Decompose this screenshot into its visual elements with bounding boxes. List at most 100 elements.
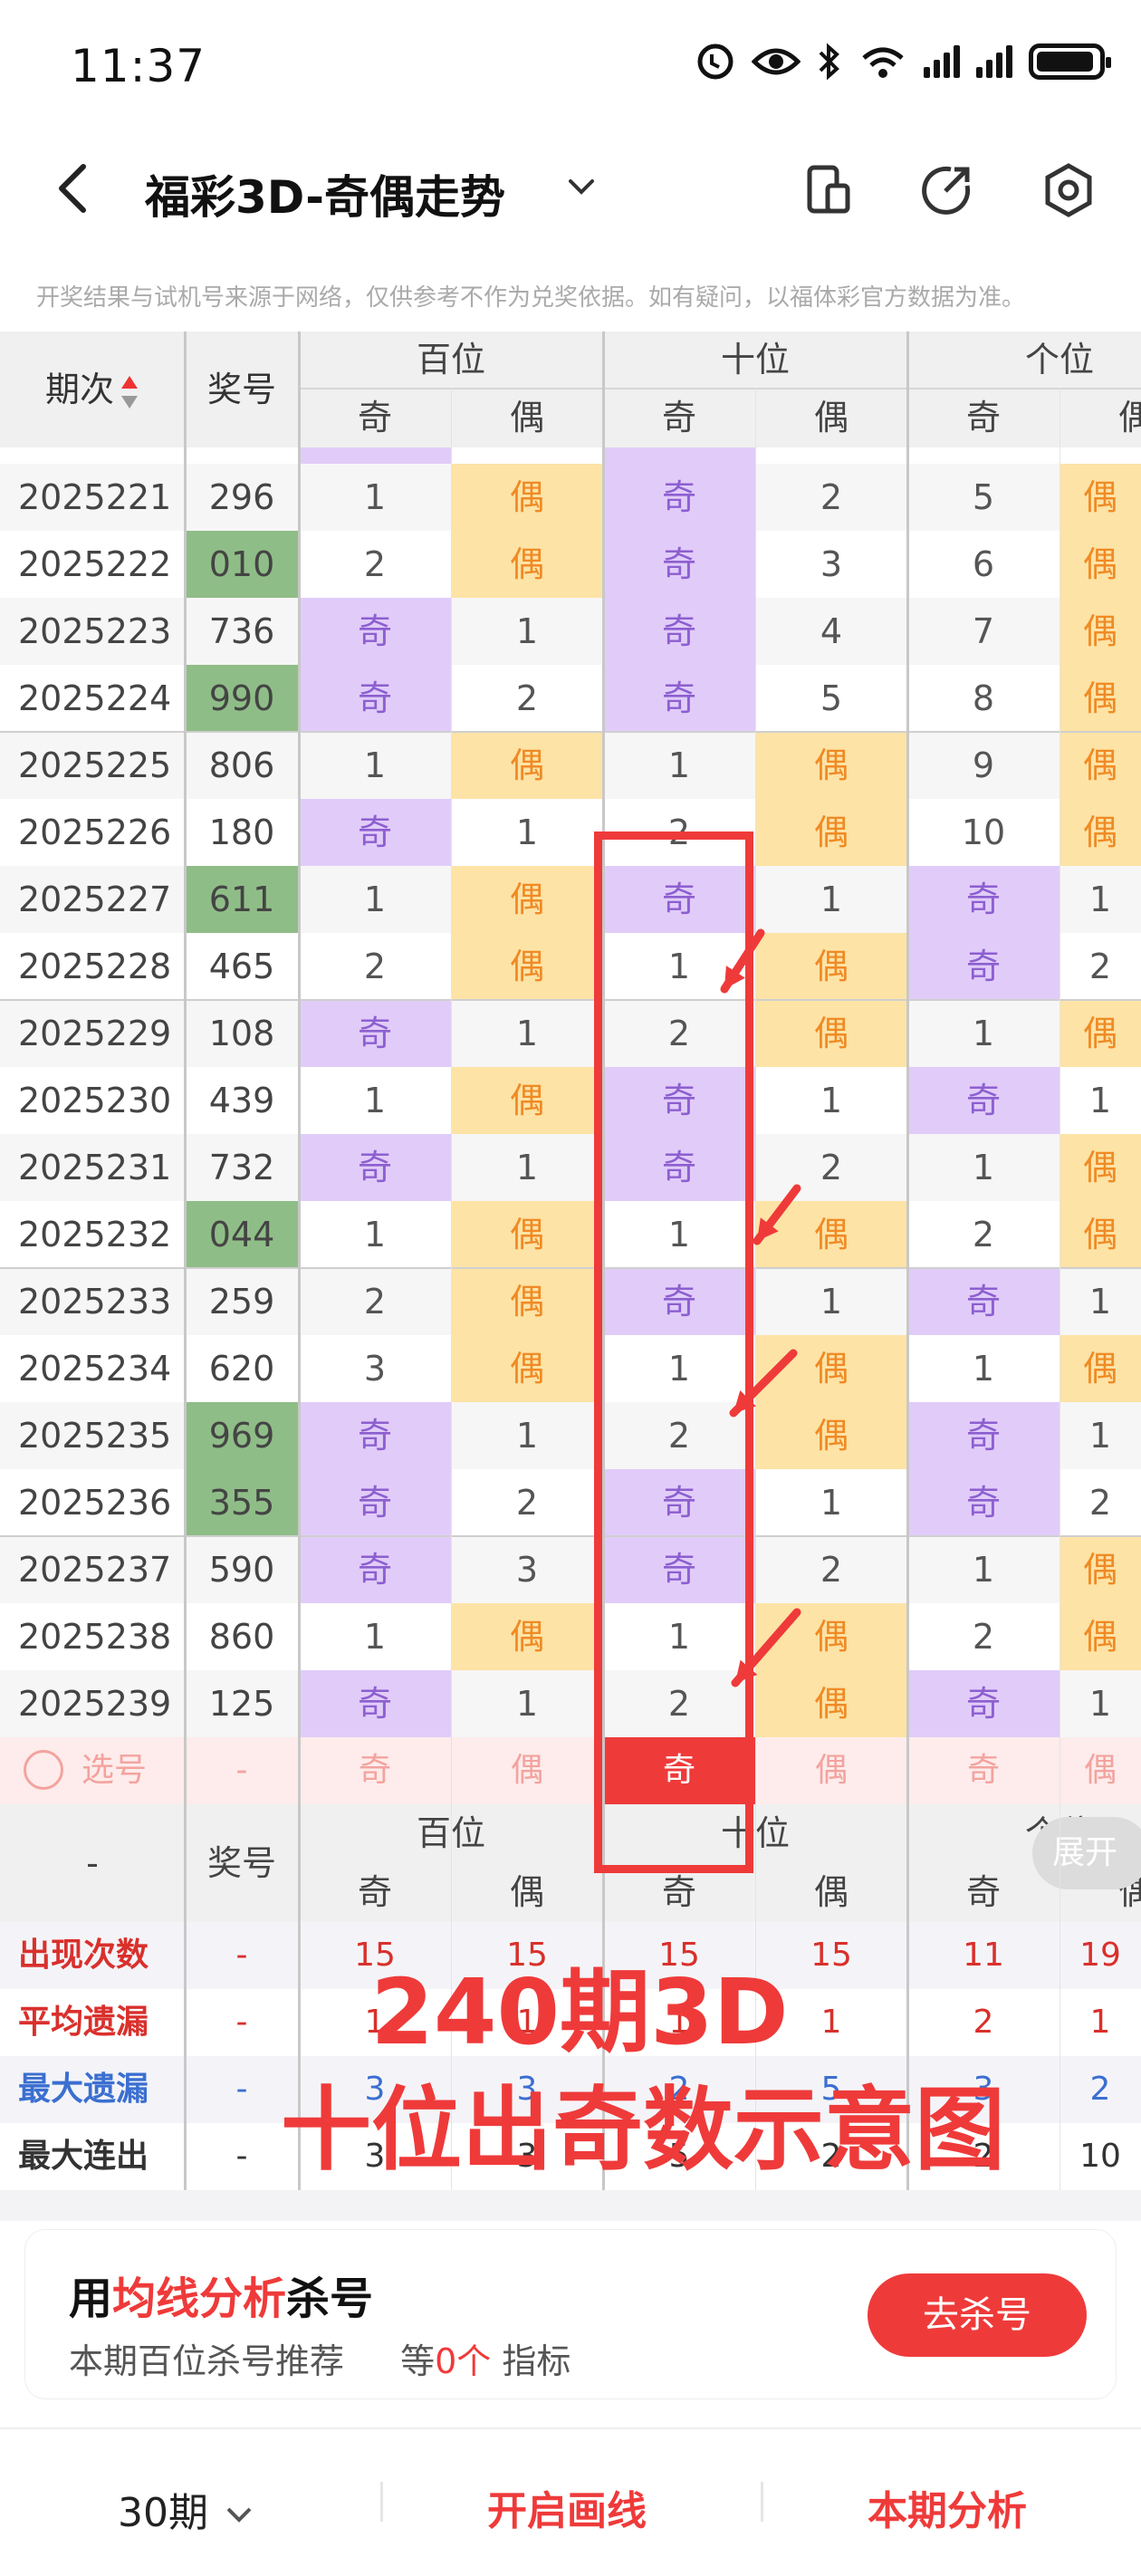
stats-value: 19 [1079, 1937, 1121, 1974]
chevron-down-icon[interactable] [563, 168, 599, 205]
even-cell: 2 [820, 477, 843, 517]
even-cell: 1 [820, 1483, 843, 1523]
expand-button[interactable]: 展开 [1032, 1817, 1141, 1889]
overlay-caption-line2: 十位出奇数示意图 [281, 2077, 1005, 2183]
even-cell: 偶 [451, 732, 603, 799]
issue-cell: 2025221 [18, 477, 172, 517]
odd-cell: 奇 [299, 799, 451, 866]
odd-cell: 2 [363, 1282, 387, 1322]
share-icon[interactable] [915, 159, 978, 222]
draw-number: 259 [208, 1282, 275, 1322]
odd-cell: 2 [972, 1617, 995, 1657]
select-option[interactable]: 偶 [755, 1737, 907, 1804]
row-group-divider [0, 1267, 1141, 1269]
stats-header-dash: - [86, 1843, 99, 1883]
select-option[interactable]: 偶 [451, 1737, 603, 1804]
wifi-icon [862, 47, 904, 78]
odd-cell: 奇 [603, 598, 755, 665]
phone-device-icon[interactable] [797, 159, 860, 222]
issue-header[interactable]: 期次 [0, 332, 185, 447]
even-cell: 偶 [451, 1268, 603, 1335]
odd-cell: 1 [972, 1349, 995, 1389]
even-cell: 1 [515, 1416, 539, 1456]
stats-value: 11 [963, 1937, 1004, 1974]
odd-cell: 奇 [603, 531, 755, 598]
issue-cell: 2025231 [18, 1148, 172, 1187]
even-cell: 偶 [755, 1603, 907, 1670]
even-cell: 偶 [755, 1335, 907, 1402]
stats-label: 最大连出 [18, 2138, 149, 2175]
even-cell: 1 [1088, 879, 1112, 919]
even-cell: 偶 [1060, 732, 1141, 799]
odd-header: 奇 [357, 398, 392, 437]
promo-indicator-count: 0个 [435, 2341, 492, 2381]
even-cell: 偶 [1060, 1000, 1141, 1067]
even-cell: 偶 [451, 1603, 603, 1670]
select-option[interactable]: 奇 [299, 1737, 451, 1804]
period-analysis-button[interactable]: 本期分析 [868, 2478, 1027, 2536]
bottom-toolbar: 30期 开启画线 本期分析 [0, 2427, 1141, 2576]
odd-cell: 1 [667, 745, 691, 785]
odd-cell: 9 [972, 745, 995, 785]
draw-number: 860 [208, 1617, 275, 1657]
even-cell: 1 [515, 1684, 539, 1724]
even-cell: 1 [820, 1282, 843, 1322]
subcolumn-divider [755, 388, 756, 2190]
draw-number: 044 [185, 1201, 299, 1268]
select-label[interactable]: 选号 [82, 1737, 147, 1804]
row-group-divider [0, 731, 1141, 733]
even-cell: 1 [1088, 1081, 1112, 1120]
chevron-down-icon [226, 2507, 252, 2523]
even-cell: 偶 [451, 1335, 603, 1402]
odd-cell: 1 [363, 1617, 387, 1657]
draw-number: 296 [208, 477, 275, 517]
overlay-caption-line1: 240期3D [370, 1959, 789, 2065]
stats-label: 最大遗漏 [18, 2071, 149, 2108]
table-footer-gap [0, 2190, 1141, 2221]
draw-number: 180 [208, 812, 275, 852]
odd-cell: 奇 [299, 1000, 451, 1067]
stats-dash: - [235, 1937, 248, 1974]
even-cell: 偶 [451, 933, 603, 1000]
back-icon[interactable] [54, 161, 91, 216]
even-cell: 偶 [1060, 1134, 1141, 1201]
even-cell: 偶 [451, 866, 603, 933]
partial-cell [603, 447, 755, 464]
even-header: 偶 [1117, 398, 1141, 437]
odd-cell: 奇 [907, 1067, 1060, 1134]
draw-number: 611 [185, 866, 299, 933]
issue-cell: 2025234 [18, 1349, 172, 1389]
settings-icon[interactable] [1037, 159, 1100, 222]
draw-line-button[interactable]: 开启画线 [487, 2478, 647, 2536]
even-cell: 偶 [755, 933, 907, 1000]
odd-cell: 2 [363, 544, 387, 584]
battery-icon [1029, 43, 1111, 80]
promo-indicator-post: 指标 [502, 2341, 571, 2381]
issue-cell: 2025224 [18, 678, 172, 718]
issue-cell: 2025228 [18, 947, 172, 986]
page-title[interactable]: 福彩3D-奇偶走势 [145, 161, 505, 226]
issue-cell: 2025223 [18, 611, 172, 651]
select-circle-icon[interactable] [24, 1750, 63, 1790]
period-selector[interactable]: 30期 [118, 2480, 257, 2538]
even-cell: 偶 [1060, 1201, 1141, 1268]
status-time: 11:37 [71, 40, 206, 92]
select-option[interactable]: 奇 [907, 1737, 1060, 1804]
odd-cell: 奇 [907, 866, 1060, 933]
even-cell: 偶 [755, 732, 907, 799]
odd-cell: 奇 [907, 1469, 1060, 1536]
go-kill-button[interactable]: 去杀号 [868, 2273, 1087, 2357]
even-cell: 2 [1088, 1483, 1112, 1523]
promo-subtitle: 本期百位杀号推荐 [69, 2341, 345, 2381]
even-cell: 偶 [755, 1000, 907, 1067]
odd-cell: 奇 [907, 933, 1060, 1000]
column-divider [906, 332, 909, 2190]
eye-icon [752, 48, 801, 75]
disclaimer-notice: 开奖结果与试机号来源于网络，仅供参考不作为兑奖依据。如有疑问，以福体彩官方数据为… [36, 284, 1026, 312]
odd-cell: 奇 [603, 665, 755, 732]
select-option[interactable]: 偶 [1060, 1737, 1141, 1804]
stats-value: 1 [1089, 2004, 1111, 2041]
even-cell: 1 [515, 1014, 539, 1053]
even-cell: 5 [820, 678, 843, 718]
even-cell: 偶 [1060, 1603, 1141, 1670]
